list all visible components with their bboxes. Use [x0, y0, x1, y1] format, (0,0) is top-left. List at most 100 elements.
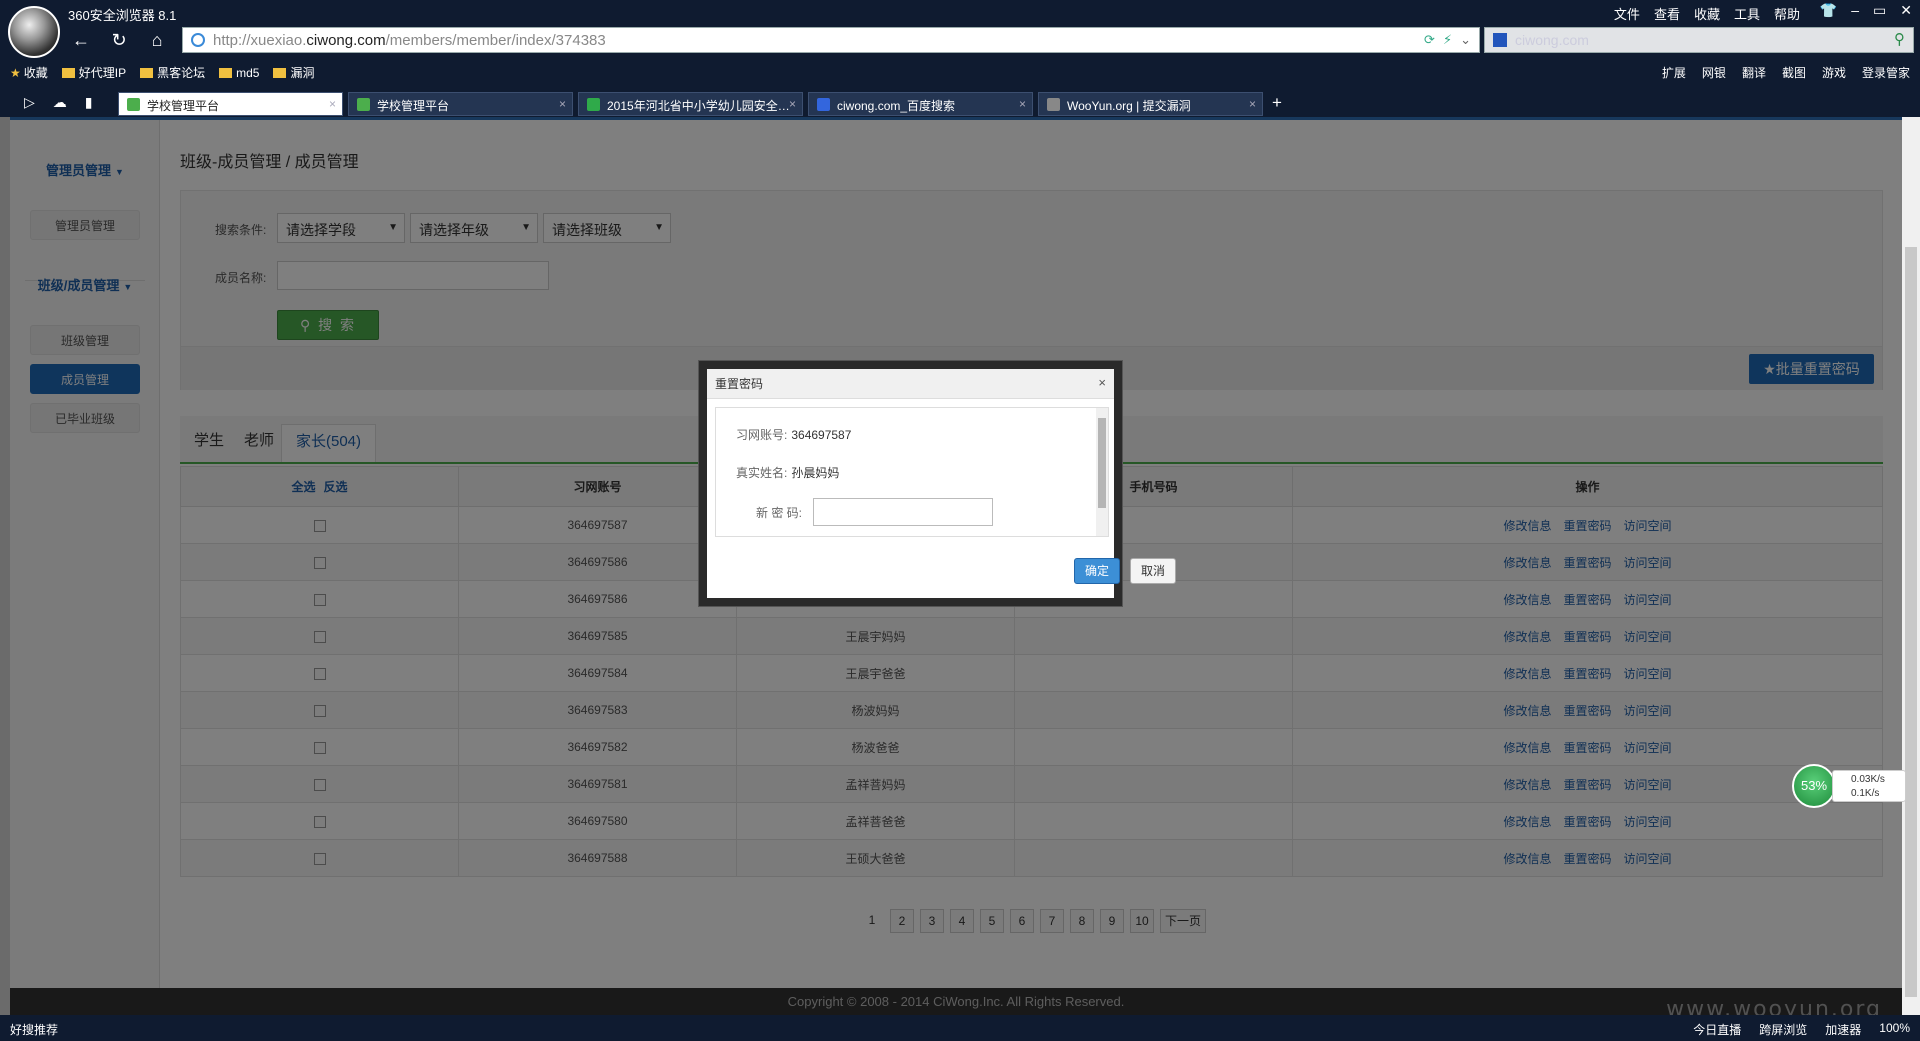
bookmark-forum[interactable]: 黑客论坛 [140, 64, 205, 81]
status-tools: 今日直播 跨屏浏览 加速器 100% [1693, 1021, 1910, 1038]
new-password-input[interactable] [813, 498, 993, 526]
tab-label: WooYun.org | 提交漏洞 [1067, 99, 1191, 113]
close-icon[interactable]: × [1098, 375, 1106, 390]
ext-extensions[interactable]: 扩展 [1662, 64, 1686, 81]
nav-buttons: ← ↻ ⌂ [70, 27, 168, 53]
sidebar-toggle-icon[interactable]: ▷ [24, 94, 35, 111]
tab-favicon [587, 98, 600, 111]
tab-close-icon[interactable]: × [559, 97, 566, 111]
speed-mode-icon[interactable]: ⚡ [1443, 32, 1452, 48]
tab-strip: ▷ ☁ ▮ 学校管理平台 × 学校管理平台 × 2015年河北省中小学幼儿园安全… ×… [0, 90, 1920, 117]
ext-banking[interactable]: 网银 [1702, 64, 1726, 81]
reset-password-dialog: 重置密码 × 习网账号: 364697587 真实姓名: 孙晨妈妈 新 密 码: [698, 360, 1123, 607]
minimize-button[interactable]: – [1851, 2, 1859, 19]
bookmark-vuln[interactable]: 漏洞 [273, 64, 314, 81]
ext-login-manager[interactable]: 登录管家 [1862, 64, 1910, 81]
maximize-button[interactable]: ▭ [1873, 2, 1886, 19]
menu-view[interactable]: 查看 [1654, 4, 1680, 23]
ext-translate[interactable]: 翻译 [1742, 64, 1766, 81]
url-prefix: http://xuexiao. [213, 31, 307, 49]
tab-close-icon[interactable]: × [329, 97, 336, 111]
menu-favorites[interactable]: 收藏 [1694, 4, 1720, 23]
tab-close-icon[interactable]: × [789, 97, 796, 111]
favorites-button[interactable]: 收藏 [10, 64, 48, 81]
speed-rates: 0.03K/s 0.1K/s [1832, 770, 1906, 802]
search-text: ciwong.com [1515, 32, 1589, 48]
browser-title: 360安全浏览器 8.1 [68, 8, 177, 23]
close-window-button[interactable]: ✕ [1900, 2, 1912, 19]
scroll-thumb[interactable] [1905, 247, 1917, 997]
site-info-icon[interactable] [191, 33, 205, 47]
home-icon[interactable]: ⌂ [146, 29, 168, 51]
search-icon[interactable]: ⚲ [1894, 30, 1905, 48]
browser-chrome: 360安全浏览器 8.1 文件 查看 收藏 工具 帮助 👕 – ▭ ✕ ← ↻ … [0, 0, 1920, 117]
search-engine-icon[interactable] [1493, 33, 1507, 47]
menu-file[interactable]: 文件 [1614, 4, 1640, 23]
dialog-account-label: 习网账号: [736, 428, 788, 442]
dialog-body: 习网账号: 364697587 真实姓名: 孙晨妈妈 新 密 码: [715, 407, 1109, 537]
tab-close-icon[interactable]: × [1249, 97, 1256, 111]
tab-label: 学校管理平台 [377, 99, 450, 113]
dialog-name-label: 真实姓名: [736, 466, 788, 480]
tab-favicon [1047, 98, 1060, 111]
bookmarks-bar: 收藏 好代理IP 黑客论坛 md5 漏洞 [10, 64, 315, 81]
tab-favicon [127, 98, 140, 111]
menu-help[interactable]: 帮助 [1774, 4, 1800, 23]
status-bar: 好搜推荐 今日直播 跨屏浏览 加速器 100% [0, 1015, 1920, 1041]
page-viewport: 管理员管理▼ 管理员管理 班级/成员管理▼ 班级管理 成员管理 已毕业班级 班级… [10, 117, 1902, 1015]
page-icon[interactable]: ▮ [85, 94, 93, 111]
cancel-button[interactable]: 取消 [1130, 558, 1176, 584]
address-bar[interactable]: http://xuexiao.ciwong.com/members/member… [182, 27, 1480, 53]
status-recommend[interactable]: 好搜推荐 [10, 1021, 58, 1038]
tab-1[interactable]: 学校管理平台 × [348, 92, 573, 116]
speed-percent[interactable]: 53% [1792, 764, 1836, 808]
url-path: /members/member/index/374383 [385, 31, 606, 49]
tab-2[interactable]: 2015年河北省中小学幼儿园安全… × [578, 92, 803, 116]
status-accelerator[interactable]: 加速器 [1825, 1021, 1861, 1038]
bookmark-md5[interactable]: md5 [219, 66, 259, 80]
bookmark-proxy[interactable]: 好代理IP [62, 64, 126, 81]
tab-0[interactable]: 学校管理平台 × [118, 92, 343, 116]
address-url[interactable]: http://xuexiao.ciwong.com/members/member… [213, 32, 606, 49]
cloud-icon[interactable]: ☁ [53, 94, 67, 111]
tab-3[interactable]: ciwong.com_百度搜索 × [808, 92, 1033, 116]
page-scrollbar[interactable] [1902, 117, 1920, 1015]
url-domain: ciwong.com [306, 31, 386, 49]
network-speed-widget[interactable]: 53% 0.03K/s 0.1K/s [1792, 764, 1910, 808]
dialog-title: 重置密码 [707, 369, 1114, 399]
back-icon[interactable]: ← [70, 29, 92, 51]
status-zoom[interactable]: 100% [1879, 1021, 1910, 1038]
tab-favicon [357, 98, 370, 111]
status-cross-screen[interactable]: 跨屏浏览 [1759, 1021, 1807, 1038]
browser-menu: 文件 查看 收藏 工具 帮助 [1614, 4, 1800, 23]
window-controls: 👕 – ▭ ✕ [1820, 2, 1912, 19]
ext-screenshot[interactable]: 截图 [1782, 64, 1806, 81]
tab-4[interactable]: WooYun.org | 提交漏洞 × [1038, 92, 1263, 116]
dialog-name-value: 孙晨妈妈 [791, 466, 840, 480]
extension-toolbar: 扩展 网银 翻译 截图 游戏 登录管家 [1662, 64, 1910, 81]
dialog-panel: 重置密码 × 习网账号: 364697587 真实姓名: 孙晨妈妈 新 密 码: [707, 369, 1114, 598]
search-box[interactable]: ciwong.com ⚲ [1484, 27, 1914, 53]
upload-rate: 0.03K/s [1851, 774, 1885, 785]
dialog-name-row: 真实姓名: 孙晨妈妈 [736, 464, 839, 481]
tab-label: 2015年河北省中小学幼儿园安全… [607, 99, 790, 113]
tab-favicon [817, 98, 830, 111]
dialog-account-row: 习网账号: 364697587 [736, 426, 851, 443]
download-rate: 0.1K/s [1851, 788, 1880, 799]
refresh-icon[interactable]: ↻ [108, 29, 130, 51]
dropdown-icon[interactable]: ⌄ [1460, 32, 1471, 48]
tab-close-icon[interactable]: × [1019, 97, 1026, 111]
shirt-icon[interactable]: 👕 [1820, 2, 1837, 19]
dialog-scrollbar[interactable] [1096, 408, 1108, 536]
user-avatar[interactable] [8, 6, 60, 58]
confirm-button[interactable]: 确定 [1074, 558, 1120, 584]
status-live[interactable]: 今日直播 [1693, 1021, 1741, 1038]
security-icon[interactable]: ⟳ [1424, 32, 1435, 48]
dialog-account-value: 364697587 [791, 428, 852, 442]
menu-tools[interactable]: 工具 [1734, 4, 1760, 23]
scroll-thumb[interactable] [1098, 418, 1106, 508]
ext-games[interactable]: 游戏 [1822, 64, 1846, 81]
tab-label: ciwong.com_百度搜索 [837, 99, 956, 113]
tab-label: 学校管理平台 [147, 99, 220, 113]
new-tab-button[interactable]: + [1272, 93, 1282, 113]
